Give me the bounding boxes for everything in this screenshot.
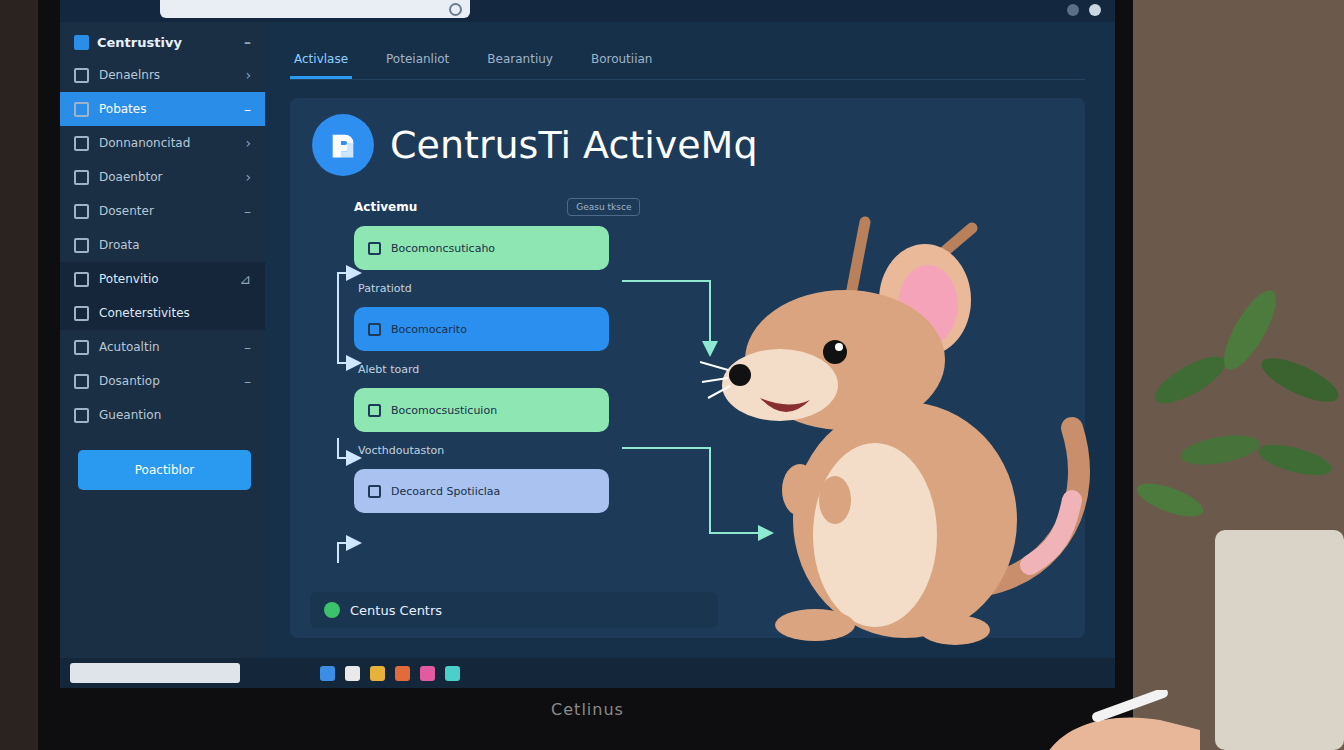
taskbar-search[interactable] [70,663,240,683]
tab[interactable]: Bearantiuy [483,32,557,79]
browser-bar [60,0,1115,22]
node-icon [368,323,381,336]
taskbar-app-icon[interactable] [445,666,460,681]
item-icon [74,340,89,355]
taskbar-app-icon[interactable] [320,666,335,681]
tab[interactable]: Poteianliot [382,32,453,79]
sidebar-item[interactable]: Dosenter– [60,194,265,228]
search-icon [449,3,462,16]
plant-icon [1133,284,1344,524]
profile-icon[interactable] [1067,4,1079,16]
sidebar-item[interactable]: Droata [60,228,265,262]
badge: Geasu tksce [567,198,640,216]
tab[interactable]: Activlase [290,32,352,79]
flow-node[interactable]: Bocomocsusticuion [354,388,609,432]
monitor-bezel: Cetlinus [60,688,1115,750]
scene: Centrustivy–Denaelnrs›Pobates–Donnanonci… [0,0,1344,750]
primary-button[interactable]: Poactiblor [78,450,251,490]
logo-icon [310,112,376,178]
item-icon [74,238,89,253]
brand-label: Cetlinus [551,700,624,750]
sidebar-item[interactable]: Coneterstivites [60,296,265,330]
hand-icon [1000,690,1200,750]
flow-node[interactable]: Bocomocarito [354,307,609,351]
taskbar [60,658,1115,688]
item-icon [74,68,89,83]
node-icon [368,404,381,417]
app-icon [74,35,89,50]
sidebar-item[interactable]: Denaelnrs› [60,58,265,92]
flow-step: Bocomoncsuticaho [354,226,794,270]
taskbar-app-icon[interactable] [420,666,435,681]
flow-step: VocthdoutastonDecoarcd Spotiiclaa [354,444,794,513]
pot-icon [1215,530,1344,750]
flow-node[interactable]: Decoarcd Spotiiclaa [354,469,609,513]
mouse-mascot-icon [700,200,1100,650]
item-icon [74,374,89,389]
taskbar-app-icon[interactable] [370,666,385,681]
sidebar-header: Centrustivy– [60,26,265,58]
sidebar-item[interactable]: Acutoaltin– [60,330,265,364]
node-icon [368,485,381,498]
item-icon [74,204,89,219]
address-field[interactable] [160,0,470,18]
tab[interactable]: Boroutiian [587,32,657,79]
flow-step: PatratiotdBocomocarito [354,282,794,351]
taskbar-app-icon[interactable] [395,666,410,681]
item-icon [74,306,89,321]
panel-footer: Centus Centrs [310,592,718,628]
app-header: CentrusTi ActiveMq [310,112,1065,178]
sidebar-item[interactable]: Gueantion [60,398,265,432]
sidebar-item[interactable]: Potenvitio⊿ [60,262,265,296]
sidebar-item[interactable]: Dosantiop– [60,364,265,398]
tab-bar: Activlase Poteianliot Bearantiuy Boroutiian [290,22,1085,80]
flow-node[interactable]: Bocomoncsuticaho [354,226,609,270]
sidebar-item[interactable]: Donnanoncitad› [60,126,265,160]
sidebar: Centrustivy–Denaelnrs›Pobates–Donnanonci… [60,22,265,658]
item-icon [74,170,89,185]
menu-icon[interactable] [1089,4,1101,16]
sidebar-item[interactable]: Doaenbtor› [60,160,265,194]
item-icon [74,408,89,423]
item-icon [74,136,89,151]
sidebar-item[interactable]: Pobates– [60,92,265,126]
node-icon [368,242,381,255]
item-icon [74,102,89,117]
item-icon [74,272,89,287]
status-icon [324,602,340,618]
flow-diagram: ActivemuGeasu tksceBocomoncsuticahoPatra… [310,178,794,592]
taskbar-app-icon[interactable] [345,666,360,681]
